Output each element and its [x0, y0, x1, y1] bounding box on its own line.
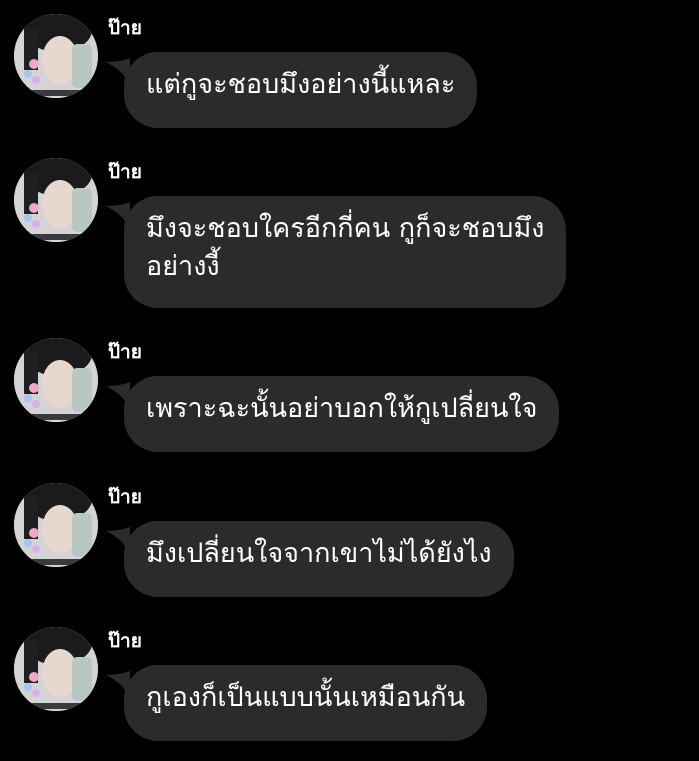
message-row: ป๊าย กูเองก็เป็นแบบนั้นเหมือนกัน	[0, 613, 699, 753]
sender-avatar[interactable]	[14, 158, 98, 242]
sender-avatar[interactable]	[14, 483, 98, 567]
message-row: ป๊าย มึงจะชอบใครอีกกี่คน กูก็จะชอบมึง อย…	[0, 144, 699, 322]
sender-avatar[interactable]	[14, 627, 98, 711]
message-bubble[interactable]: มึงเปลี่ยนใจจากเขาไม่ได้ยังไง	[124, 521, 514, 597]
sender-name: ป๊าย	[108, 341, 142, 363]
message-row: ป๊าย มึงเปลี่ยนใจจากเขาไม่ได้ยังไง	[0, 469, 699, 609]
message-row: ป๊าย เพราะฉะนั้นอย่าบอกให้กูเปลี่ยนใจ	[0, 324, 699, 464]
message-bubble[interactable]: มึงจะชอบใครอีกกี่คน กูก็จะชอบมึง อย่างงี…	[124, 196, 567, 308]
sender-avatar[interactable]	[14, 14, 98, 98]
sender-name: ป๊าย	[108, 17, 142, 39]
sender-name: ป๊าย	[108, 486, 142, 508]
message-bubble[interactable]: กูเองก็เป็นแบบนั้นเหมือนกัน	[124, 665, 488, 741]
sender-name: ป๊าย	[108, 630, 142, 652]
sender-avatar[interactable]	[14, 338, 98, 422]
sender-name: ป๊าย	[108, 161, 142, 183]
message-row: ป๊าย แต่กูจะชอบมึงอย่างนี้แหละ	[0, 0, 699, 140]
message-bubble[interactable]: แต่กูจะชอบมึงอย่างนี้แหละ	[124, 52, 478, 128]
message-bubble[interactable]: เพราะฉะนั้นอย่าบอกให้กูเปลี่ยนใจ	[124, 376, 560, 452]
